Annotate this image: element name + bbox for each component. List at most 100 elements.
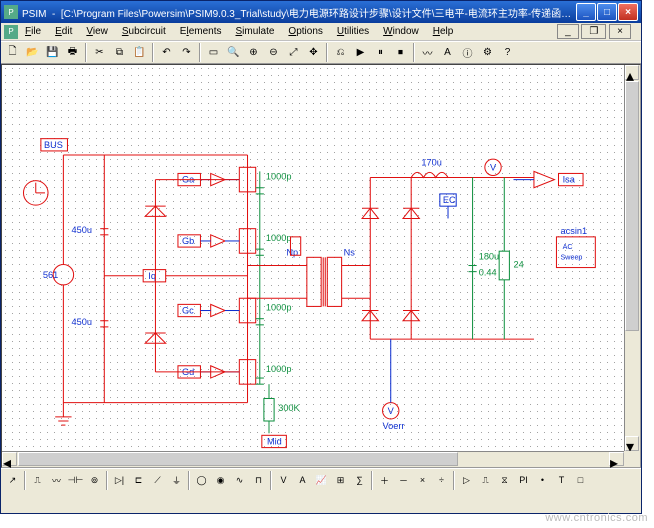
- vprobe-tool[interactable]: V: [274, 471, 293, 490]
- stop-button[interactable]: ⏹: [391, 43, 410, 62]
- select-button[interactable]: ▭: [204, 43, 223, 62]
- rload-icon: [499, 251, 509, 280]
- resistor-tool[interactable]: ⎍: [28, 471, 47, 490]
- separator: [152, 43, 154, 62]
- menu-utilities[interactable]: Utilities: [330, 25, 376, 38]
- menu-help[interactable]: Help: [426, 25, 461, 38]
- node-tool[interactable]: •: [533, 471, 552, 490]
- undo-button[interactable]: ↶: [157, 43, 176, 62]
- capacitor-tool[interactable]: ⊣⊢: [66, 471, 85, 490]
- svg-text:Iq: Iq: [148, 271, 156, 281]
- scroll-left-button[interactable]: ◂: [2, 452, 17, 466]
- c-out-esr: 0.44: [479, 268, 497, 278]
- menu-elements[interactable]: Elements: [173, 25, 229, 38]
- wave-button[interactable]: 〰: [418, 43, 437, 62]
- redo-button[interactable]: ↷: [177, 43, 196, 62]
- gate-c: Gc: [178, 304, 239, 316]
- app-icon: P: [4, 5, 18, 19]
- arrow-tool[interactable]: ↗: [3, 471, 22, 490]
- mdi-minimize-button[interactable]: _: [557, 24, 579, 39]
- transformer-tool[interactable]: ⊚: [85, 471, 104, 490]
- gain-tool[interactable]: ▷: [457, 471, 476, 490]
- maximize-button[interactable]: □: [597, 3, 617, 21]
- mosfet-tool[interactable]: ⊏: [129, 471, 148, 490]
- menubar: P FFileile Edit View Subcircuit Elements…: [1, 23, 641, 41]
- menu-simulate[interactable]: Simulate: [229, 25, 282, 38]
- print-button[interactable]: 🖶: [63, 43, 82, 62]
- inductor-tool[interactable]: 〰: [47, 471, 66, 490]
- info-button[interactable]: ⓘ: [458, 43, 477, 62]
- menu-options[interactable]: Options: [281, 25, 329, 38]
- bottom-toolbar: ↗ ⎍ 〰 ⊣⊢ ⊚ ▷| ⊏ ⟋ ⏚ ◯ ◉ ∿ ⊓ V A 📈 ⊞ ∑ ＋ …: [1, 468, 641, 491]
- sub-tool[interactable]: －: [394, 471, 413, 490]
- mul-tool[interactable]: ×: [413, 471, 432, 490]
- menu-view[interactable]: View: [79, 25, 115, 38]
- limiter-tool[interactable]: ⎍: [476, 471, 495, 490]
- save-button[interactable]: 💾: [43, 43, 62, 62]
- copy-button[interactable]: ⧉: [110, 43, 129, 62]
- paste-button[interactable]: 📋: [130, 43, 149, 62]
- control-tool[interactable]: ⊞: [331, 471, 350, 490]
- r-load: 24: [513, 260, 523, 270]
- switch-tool[interactable]: ⟋: [148, 471, 167, 490]
- wire-button[interactable]: ⎌: [331, 43, 350, 62]
- pulse-tool[interactable]: ⊓: [249, 471, 268, 490]
- text-button[interactable]: A: [438, 43, 457, 62]
- acsweep-block: [556, 237, 595, 268]
- math-tool[interactable]: ∑: [350, 471, 369, 490]
- ground-tool[interactable]: ⏚: [167, 471, 186, 490]
- mdi-restore-button[interactable]: ❐: [581, 24, 606, 39]
- sine-tool[interactable]: ∿: [230, 471, 249, 490]
- new-button[interactable]: 🗋: [3, 43, 22, 62]
- ground-icon: [55, 403, 71, 426]
- open-button[interactable]: 📂: [23, 43, 42, 62]
- app-window: P PSIM - [C:\Program Files\Powersim\PSIM…: [0, 0, 642, 514]
- c-in-top: 450u: [72, 225, 92, 235]
- label-tool[interactable]: T: [552, 471, 571, 490]
- run-button[interactable]: ▶: [351, 43, 370, 62]
- scroll-right-button[interactable]: ▸: [609, 452, 624, 466]
- vsrc-value: 561: [43, 270, 58, 280]
- horizontal-scrollbar[interactable]: ◂ ▸: [2, 451, 624, 467]
- vertical-scrollbar[interactable]: ▴ ▾: [624, 65, 640, 451]
- zoomwin-button[interactable]: 🔍: [224, 43, 243, 62]
- close-button[interactable]: ×: [618, 3, 638, 21]
- gate-b: Gb: [178, 235, 239, 247]
- vsrc-tool[interactable]: ◯: [192, 471, 211, 490]
- menu-subcircuit[interactable]: Subcircuit: [115, 25, 173, 38]
- canvas-wrap: BUS 561 450u 450u: [1, 64, 641, 468]
- scope-tool[interactable]: 📈: [312, 471, 331, 490]
- help-button[interactable]: ?: [498, 43, 517, 62]
- zoomfit-button[interactable]: ⤢: [284, 43, 303, 62]
- add-tool[interactable]: ＋: [375, 471, 394, 490]
- watermark: www.cntronics.com: [545, 512, 648, 524]
- diode-tool[interactable]: ▷|: [110, 471, 129, 490]
- schematic-canvas[interactable]: BUS 561 450u 450u: [2, 65, 624, 451]
- hscroll-thumb[interactable]: [18, 452, 458, 466]
- zoomout-button[interactable]: ⊖: [264, 43, 283, 62]
- schematic-svg: BUS 561 450u 450u: [2, 65, 624, 462]
- vscroll-thumb[interactable]: [625, 81, 639, 331]
- menu-window[interactable]: Window: [376, 25, 426, 38]
- delay-tool[interactable]: ⧖: [495, 471, 514, 490]
- top-toolbar: 🗋 📂 💾 🖶 ✂ ⧉ 📋 ↶ ↷ ▭ 🔍 ⊕ ⊖ ⤢ ✥ ⎌ ▶ ⏸ ⏹ 〰 …: [1, 41, 641, 64]
- scroll-up-button[interactable]: ▴: [625, 65, 639, 80]
- svg-text:AC: AC: [563, 243, 573, 251]
- mdi-close-button[interactable]: ×: [609, 24, 631, 39]
- drag-button[interactable]: ✥: [304, 43, 323, 62]
- scroll-down-button[interactable]: ▾: [625, 436, 639, 451]
- pause-button[interactable]: ⏸: [371, 43, 390, 62]
- ammeter-tool[interactable]: A: [293, 471, 312, 490]
- div-tool[interactable]: ÷: [432, 471, 451, 490]
- svg-text:Ns: Ns: [344, 247, 356, 257]
- pi-tool[interactable]: PI: [514, 471, 533, 490]
- menu-edit[interactable]: Edit: [48, 25, 79, 38]
- doc-icon: P: [4, 25, 18, 39]
- cfg-button[interactable]: ⚙: [478, 43, 497, 62]
- zoomin-button[interactable]: ⊕: [244, 43, 263, 62]
- isrc-tool[interactable]: ◉: [211, 471, 230, 490]
- minimize-button[interactable]: _: [576, 3, 596, 21]
- subckt-tool[interactable]: □: [571, 471, 590, 490]
- cut-button[interactable]: ✂: [90, 43, 109, 62]
- menu-file[interactable]: FFileile: [18, 25, 48, 38]
